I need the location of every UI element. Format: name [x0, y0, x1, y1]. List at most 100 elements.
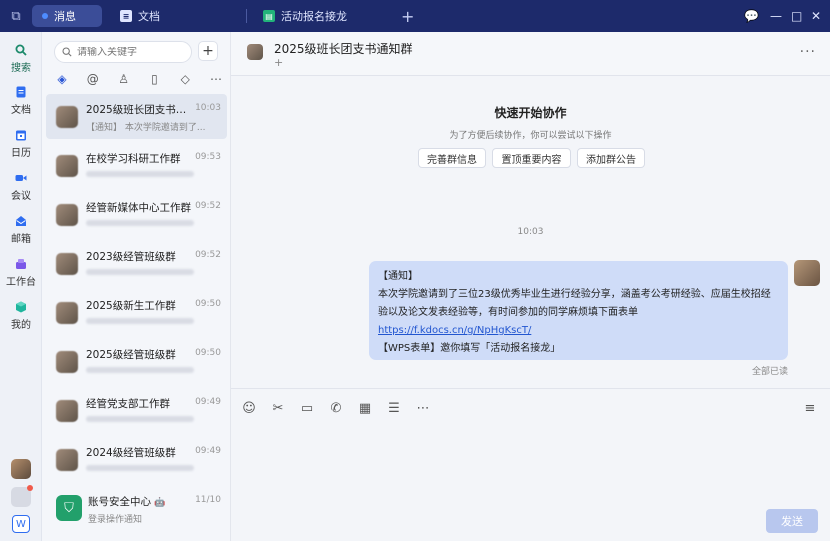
complete-group-info-button[interactable]: 完善群信息 [418, 148, 486, 168]
chat-time: 11/10 [195, 495, 221, 505]
search-icon [15, 44, 27, 56]
chat-list-item[interactable]: ⛉ 账号安全中心 🤖 11/10 登录操作通知 [46, 486, 227, 531]
pin-important-button[interactable]: 置顶重要内容 [492, 148, 571, 168]
search-icon [62, 47, 72, 57]
tab-label: 活动报名接龙 [281, 10, 347, 23]
blurred-preview [86, 367, 194, 373]
blurred-preview [86, 465, 194, 471]
chat-time: 09:52 [195, 250, 221, 260]
tab-activity-form[interactable]: ▤ 活动报名接龙 [253, 5, 393, 27]
notifications-icon[interactable] [11, 485, 33, 507]
format-icon[interactable]: ≡ [802, 400, 818, 416]
chat-list-item[interactable]: 2025级班长团支书通... 10:03 【通知】 本次学院邀请到了... [46, 94, 227, 139]
nav-mail[interactable]: 邮箱 [0, 215, 42, 245]
chat-list-item[interactable]: 2025级新生工作群 09:50 [46, 290, 227, 335]
nav-meeting[interactable]: 会议 [0, 172, 42, 202]
video-camera-icon [15, 175, 27, 181]
user-avatar[interactable] [11, 459, 31, 479]
search-input[interactable] [77, 46, 177, 58]
new-tab-button[interactable]: + [401, 7, 414, 26]
app-logo-icon[interactable]: ⧉ [0, 0, 32, 32]
more-icon[interactable]: ⋯ [415, 400, 431, 416]
group-avatar [56, 351, 78, 373]
chat-preview: 【通知】 本次学院邀请到了... [86, 123, 206, 133]
message-line: 验以及论文发表经验等，有时间参加的同学麻烦填下面表单 [378, 307, 638, 318]
group-avatar [56, 204, 78, 226]
chat-time: 09:53 [195, 152, 221, 162]
search-history-icon[interactable]: ☰ [386, 400, 402, 416]
calendar-icon [16, 130, 26, 141]
group-avatar[interactable] [247, 44, 263, 60]
mail-icon [16, 216, 26, 226]
mention-icon[interactable]: @ [85, 72, 101, 86]
nav-search[interactable]: 搜索 [0, 44, 42, 74]
nav-calendar[interactable]: 日历 [0, 129, 42, 159]
chat-name: 账号安全中心 🤖 [88, 496, 166, 508]
calendar-icon[interactable]: ▦ [357, 400, 373, 416]
sender-avatar[interactable] [794, 260, 820, 286]
nav-label: 日历 [11, 148, 31, 159]
chat-bubble-icon[interactable]: 💬 [744, 0, 759, 32]
chat-time: 09:50 [195, 348, 221, 358]
phone-icon[interactable]: ✆ [328, 400, 344, 416]
send-button[interactable]: 发送 [766, 509, 818, 533]
nav-me[interactable]: 我的 [0, 301, 42, 331]
search-box[interactable] [54, 41, 192, 63]
chat-name: 2025级新生工作群 [86, 300, 176, 312]
chat-list-item[interactable]: 经管党支部工作群 09:49 [46, 388, 227, 433]
more-icon[interactable]: ⋯ [208, 72, 224, 86]
folder-icon[interactable]: ▭ [299, 400, 315, 416]
tab-divider [246, 9, 247, 23]
minimize-button[interactable]: — [770, 0, 782, 32]
chat-list-item[interactable]: 在校学习科研工作群 09:53 [46, 143, 227, 188]
read-status[interactable]: 全部已读 [752, 364, 788, 377]
all-layers-icon[interactable]: ◈ [54, 72, 70, 86]
person-icon[interactable]: ♙ [116, 72, 132, 86]
message-bubble[interactable]: 【通知】 本次学院邀请到了三位23级优秀毕业生进行经验分享，涵盖考公考研经验、应… [369, 261, 788, 360]
message-line: 【通知】 [378, 271, 418, 282]
maximize-button[interactable]: □ [791, 0, 802, 32]
form-link[interactable]: https://f.kdocs.cn/g/NpHgKscT/ [378, 325, 531, 336]
chat-name: 2024级经管班级群 [86, 447, 176, 459]
chat-list-item[interactable]: 2024级经管班级群 09:49 [46, 437, 227, 482]
add-member-button[interactable]: + [274, 56, 283, 69]
chat-title[interactable]: 2025级班长团支书通知群 [274, 40, 413, 57]
tab-label: 文档 [138, 10, 160, 23]
nav-label: 我的 [11, 320, 31, 331]
group-avatar [56, 106, 78, 128]
nav-label: 搜索 [11, 63, 31, 74]
message-timestamp: 10:03 [517, 227, 544, 237]
wps-icon[interactable]: W [12, 515, 30, 533]
tab-documents[interactable]: ≡ 文档 [110, 5, 240, 27]
more-options-icon[interactable]: ··· [800, 44, 816, 60]
blurred-preview [86, 171, 194, 177]
tag-icon[interactable]: ◇ [177, 72, 193, 86]
close-button[interactable]: ✕ [811, 0, 821, 32]
chat-time: 10:03 [195, 103, 221, 113]
add-announcement-button[interactable]: 添加群公告 [577, 148, 645, 168]
chat-header: 2025级班长团支书通知群 + ··· [231, 32, 830, 76]
chat-time: 09:49 [195, 446, 221, 456]
add-button[interactable]: + [198, 41, 218, 61]
nav-documents[interactable]: 文档 [0, 86, 42, 116]
quick-start-buttons: 完善群信息 置顶重要内容 添加群公告 [418, 148, 645, 168]
chat-name: 2025级经管班级群 [86, 349, 176, 361]
scissors-icon[interactable]: ✂ [270, 400, 286, 416]
nav-workbench[interactable]: 工作台 [0, 258, 42, 288]
group-avatar [56, 400, 78, 422]
chat-list-item[interactable]: 2023级经管班级群 09:52 [46, 241, 227, 286]
group-avatar [56, 155, 78, 177]
input-toolbar: ☺ ✂ ▭ ✆ ▦ ☰ ⋯ ≡ [231, 388, 830, 428]
workbench-icon [16, 259, 26, 269]
file-icon[interactable]: ▯ [146, 72, 162, 86]
filter-bar: ◈ @ ♙ ▯ ◇ ⋯ [54, 72, 224, 86]
emoji-icon[interactable]: ☺ [241, 400, 257, 416]
tab-messages[interactable]: 消息 [32, 5, 102, 27]
tab-label: 消息 [54, 10, 76, 23]
chat-list-item[interactable]: 经管新媒体中心工作群 09:52 [46, 192, 227, 237]
chat-list-item[interactable]: 2025级经管班级群 09:50 [46, 339, 227, 384]
chat-list-panel: + ◈ @ ♙ ▯ ◇ ⋯ 2025级班长团支书通... 10:03 【通知】 … [42, 32, 231, 541]
left-nav: 搜索 文档 日历 会议 邮箱 工作台 我的 W [0, 32, 42, 541]
chat-time: 09:50 [195, 299, 221, 309]
form-icon: ▤ [263, 10, 275, 22]
